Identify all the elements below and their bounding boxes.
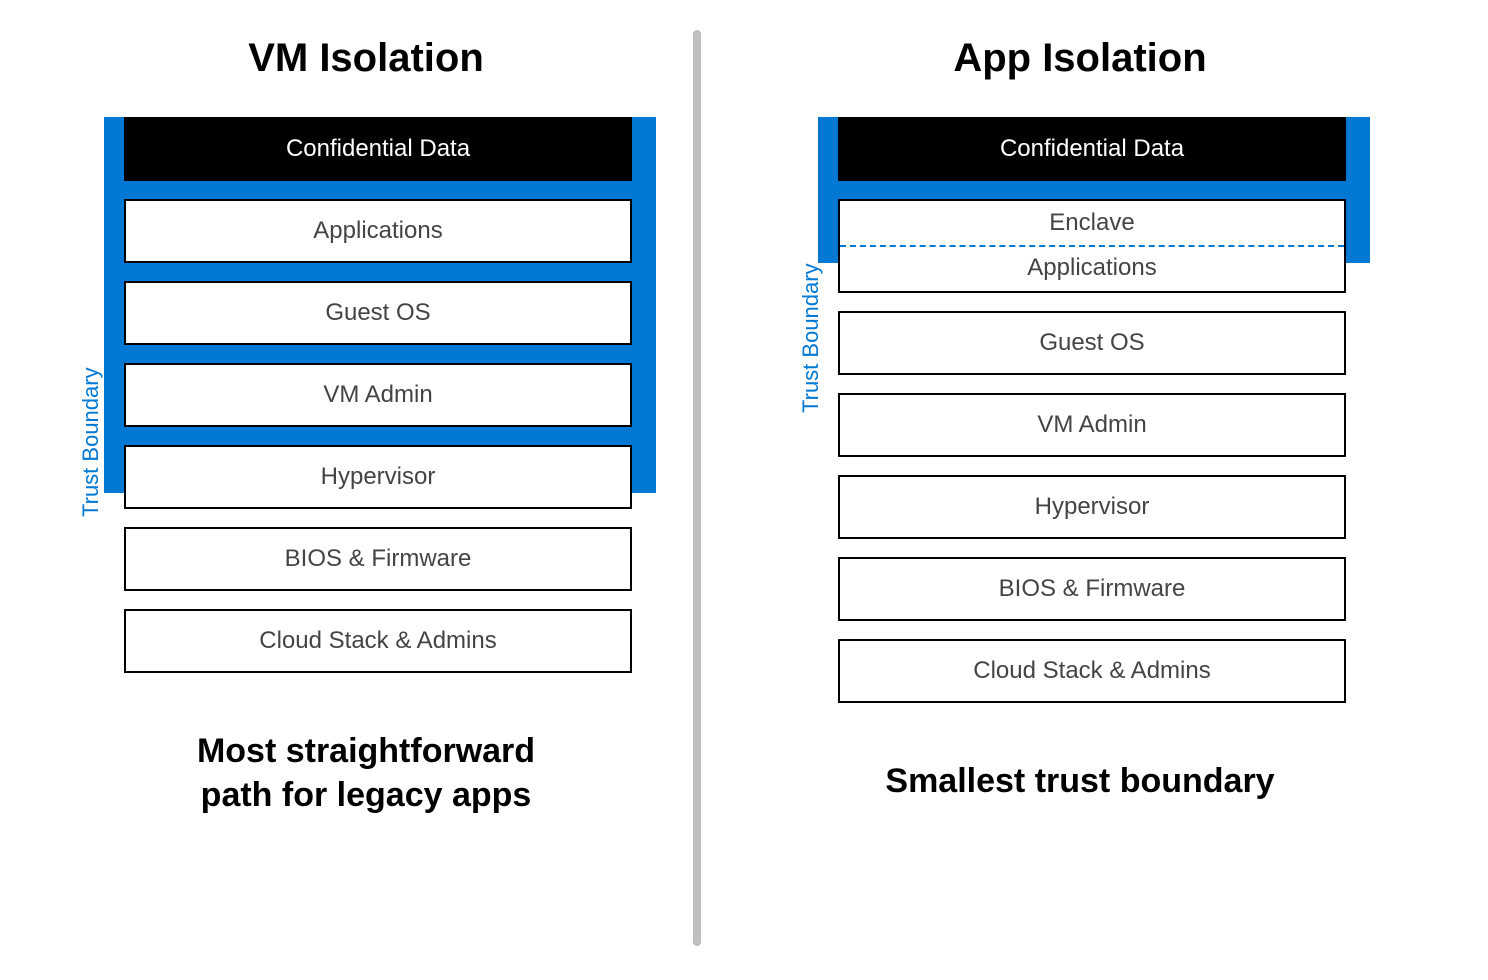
vm-stack-wrap: Trust Boundary Confidential Data Applica… [46, 117, 686, 673]
layer-cloud-stack: Cloud Stack & Admins [838, 639, 1346, 703]
enclave-divider [840, 245, 1344, 247]
layer-enclave-applications: Enclave Applications [838, 199, 1346, 293]
vm-caption-line2: path for legacy apps [201, 776, 532, 814]
vm-stack: Confidential Data Applications Guest OS … [124, 117, 686, 673]
layer-hypervisor: Hypervisor [838, 475, 1346, 539]
layer-confidential-data: Confidential Data [124, 117, 632, 181]
layer-bios-firmware: BIOS & Firmware [838, 557, 1346, 621]
layer-guest-os: Guest OS [124, 281, 632, 345]
layer-guest-os: Guest OS [838, 311, 1346, 375]
layer-hypervisor: Hypervisor [124, 445, 632, 509]
app-isolation-title: App Isolation [760, 36, 1400, 81]
trust-boundary-label-right: Trust Boundary [798, 263, 824, 413]
layer-vm-admin: VM Admin [124, 363, 632, 427]
layer-vm-admin: VM Admin [838, 393, 1346, 457]
trust-boundary-label-left: Trust Boundary [78, 367, 104, 517]
vm-caption-line1: Most straightforward [197, 732, 535, 770]
vertical-divider [693, 30, 701, 946]
layer-cloud-stack: Cloud Stack & Admins [124, 609, 632, 673]
app-stack-wrap: Trust Boundary Confidential Data Enclave… [760, 117, 1400, 703]
vm-caption: Most straightforward path for legacy app… [46, 729, 686, 817]
app-caption: Smallest trust boundary [760, 759, 1400, 803]
vm-isolation-column: VM Isolation Trust Boundary Confidential… [46, 0, 686, 817]
layer-confidential-data: Confidential Data [838, 117, 1346, 181]
layer-applications: Applications [124, 199, 632, 263]
layer-applications: Applications [840, 245, 1344, 291]
app-stack: Confidential Data Enclave Applications G… [838, 117, 1400, 703]
app-isolation-column: App Isolation Trust Boundary Confidentia… [760, 0, 1400, 803]
vm-isolation-title: VM Isolation [46, 36, 686, 81]
layer-enclave: Enclave [840, 201, 1344, 245]
layer-bios-firmware: BIOS & Firmware [124, 527, 632, 591]
